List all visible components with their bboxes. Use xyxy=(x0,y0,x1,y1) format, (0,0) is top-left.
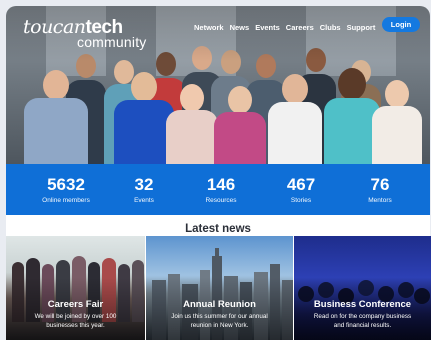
logo-subtitle: community xyxy=(77,34,147,50)
nav-link-events[interactable]: Events xyxy=(255,23,280,32)
stat-events: 32 Events xyxy=(122,164,166,215)
stat-label: Stories xyxy=(290,196,312,204)
nav-link-clubs[interactable]: Clubs xyxy=(320,23,341,32)
stat-value: 146 xyxy=(206,174,236,194)
stat-value: 76 xyxy=(370,174,390,194)
news-card-text: Join us this summer for our annual reunio… xyxy=(152,312,287,330)
toucantech-logo[interactable]: toucantech community xyxy=(23,18,147,50)
news-card-text-line: businesses this year. xyxy=(46,322,105,330)
latest-news-heading: Latest news xyxy=(185,223,251,235)
stat-value: 32 xyxy=(134,174,154,194)
stat-label: Mentors xyxy=(368,196,392,204)
nav-link-support[interactable]: Support xyxy=(347,23,376,32)
news-card-annual-reunion[interactable]: Annual Reunion Join us this summer for o… xyxy=(146,236,293,340)
hero-banner: toucantech community Network News Events… xyxy=(6,6,430,164)
news-cards: Careers Fair We will be joined by over 1… xyxy=(0,236,431,340)
nav-link-network[interactable]: Network xyxy=(194,23,224,32)
stat-label: Events xyxy=(134,196,154,204)
news-card-text-line: reunion in New York. xyxy=(190,322,249,330)
stat-label: Resources xyxy=(205,196,237,204)
news-card-text-line: We will be joined by over 100 xyxy=(34,313,117,320)
stat-value: 5632 xyxy=(47,174,85,194)
nav-link-news[interactable]: News xyxy=(230,23,250,32)
stat-label: Online members xyxy=(42,196,90,204)
news-card-careers-fair[interactable]: Careers Fair We will be joined by over 1… xyxy=(6,236,145,340)
stat-value: 467 xyxy=(286,174,316,194)
news-card-text-line: Join us this summer for our annual xyxy=(171,313,268,320)
news-card-title: Business Conference xyxy=(313,299,412,310)
news-card-text: We will be joined by over 100 businesses … xyxy=(12,312,139,330)
stat-mentors: 76 Mentors xyxy=(359,164,401,215)
nav-link-careers[interactable]: Careers xyxy=(286,23,314,32)
news-card-text-line: and financial results. xyxy=(333,322,392,330)
news-card-text: Read on for the company business and fina… xyxy=(300,312,425,330)
stat-stories: 467 Stories xyxy=(280,164,322,215)
stats-bar: 5632 Online members 32 Events 146 Resour… xyxy=(6,164,430,215)
stat-online-members: 5632 Online members xyxy=(32,164,100,215)
login-button[interactable]: Login xyxy=(382,17,420,32)
news-card-text-line: Read on for the company business xyxy=(313,313,412,320)
news-card-title: Annual Reunion xyxy=(183,299,256,310)
stat-resources: 146 Resources xyxy=(198,164,244,215)
main-nav: Network News Events Careers Clubs Suppor… xyxy=(194,23,381,32)
news-card-title: Careers Fair xyxy=(47,299,104,310)
news-card-business-conference[interactable]: Business Conference Read on for the comp… xyxy=(294,236,431,340)
